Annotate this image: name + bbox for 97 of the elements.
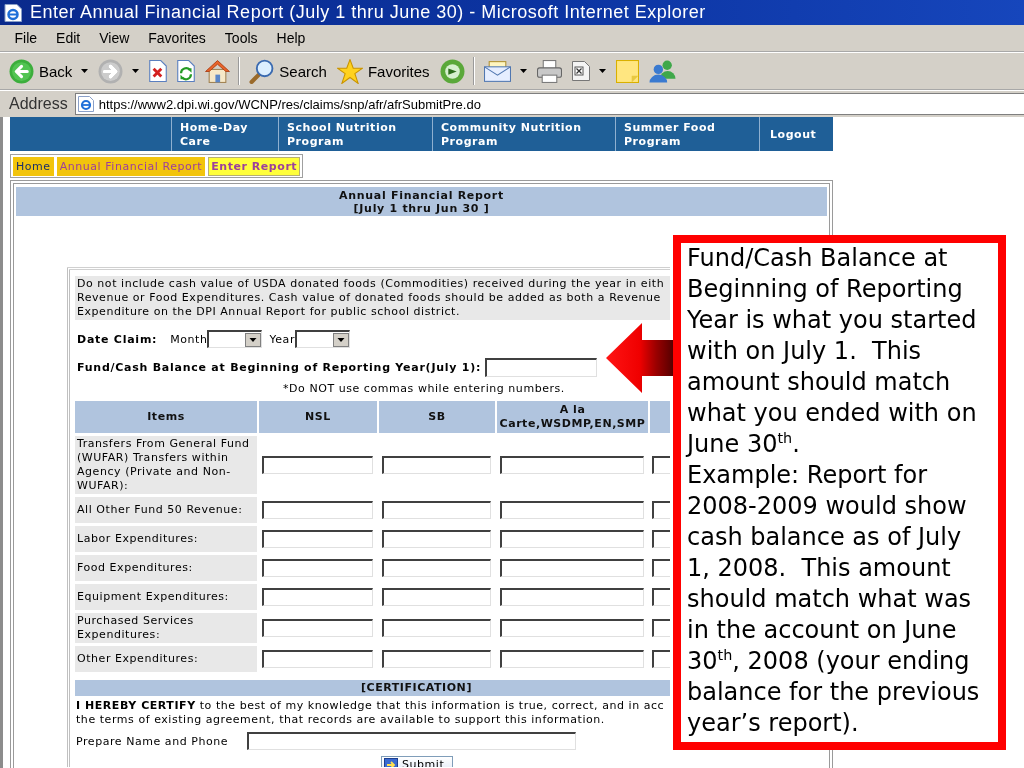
caret-icon [81,69,89,73]
note-text: Do not include cash value of USDA donated foods (Commodities) received during the year in eith Revenue or Food Expenditures. Cash value of donated foods should be added as both a Revenue Expenditure on the DPI Annual Report for public school district. [75,276,670,320]
amount-input[interactable] [652,530,670,548]
column-header: SB [379,401,495,433]
amount-input[interactable] [652,501,670,519]
breadcrumb-link[interactable]: Annual Financial Report [56,156,206,176]
amount-input[interactable] [262,501,373,519]
amount-input[interactable] [500,619,644,637]
search-icon [249,58,275,84]
callout-paragraph: Fund/Cash Balance at Beginning of Reporting Year is what you started with on July 1. This amount should match what you ended with on June 30$^{th}$. [687,243,977,460]
breadcrumb-link[interactable]: Home [13,156,54,176]
nav-link[interactable]: School Nutrition Program [278,117,432,151]
amount-input[interactable] [262,650,373,668]
row-label: Food Expenditures: [75,555,257,581]
nav-link[interactable]: Summer Food Program [615,117,759,151]
menu-item[interactable]: View [89,30,139,46]
report-period: [July 1 thru Jun 30 ] [353,201,490,215]
row-label: All Other Fund 50 Revenue: [75,497,257,523]
row-label: Purchased Services Expenditures: [75,613,257,643]
row-label: Equipment Expenditures: [75,584,257,610]
year-select[interactable] [295,330,350,348]
amount-input[interactable] [262,619,373,637]
favorites-button[interactable]: Favorites [332,55,434,87]
amount-input[interactable] [382,501,491,519]
certification-header: [CERTIFICATION] [75,680,670,696]
page-cross-icon [149,60,168,82]
amount-input[interactable] [382,650,491,668]
search-button[interactable]: Search [245,55,331,87]
envelope-icon [483,60,511,82]
balance-input[interactable] [485,357,598,377]
column-header: A la Carte,WSDMP,EN,SMP [497,401,648,433]
caret-icon [598,69,606,73]
amount-input[interactable] [262,588,373,606]
note-icon [615,59,639,83]
menu-item[interactable]: File [5,30,47,46]
star-icon [336,58,363,84]
amount-input[interactable] [652,456,670,474]
amount-input[interactable] [652,650,670,668]
amount-input[interactable] [382,619,491,637]
back-button[interactable]: Back [5,55,93,87]
balance-label: Fund/Cash Balance at Beginning of Reporting Year(July 1): [77,360,482,374]
amount-input[interactable] [652,588,670,606]
nav-link[interactable]: Home-Day Care [171,117,278,151]
address-label: Address [9,95,68,113]
amount-input[interactable] [382,456,491,474]
menu-item[interactable]: Favorites [138,30,216,46]
caret-icon [132,69,140,73]
amount-input[interactable] [500,501,644,519]
amount-input[interactable] [382,588,491,606]
month-select[interactable] [207,330,263,348]
disc-icon [439,58,465,84]
callout-paragraph: Example: Report for 2008-2009 would show cash balance as of July 1, 2008. This amount should match what was in the account on June 30$^{th}$, 2008 (your ending balance for the previous year’s report). [687,460,980,739]
column-header: Items [75,401,257,433]
column-header [650,401,670,433]
date-claim-label: Date Claim: [77,332,158,346]
amount-input[interactable] [262,559,373,577]
row-label: Other Expenditures: [75,646,257,672]
amount-input[interactable] [652,619,670,637]
nav-link[interactable]: Logout [759,117,833,151]
row-label: Labor Expenditures: [75,526,257,552]
printer-icon [536,59,562,83]
amount-input[interactable] [262,530,373,548]
certification-text: I HEREBY CERTIFY to the best of my knowledge that this information is true, correct, and in acc the terms of existing agreement, that records are available to support this information. [75,699,665,727]
address-field[interactable]: https://www2.dpi.wi.gov/WCNP/res/claims/snp/afr/afrSubmitPre.do [74,93,1024,115]
right-arrow-circle-icon [98,58,124,84]
hint-text: *Do NOT use commas while entering numbers. [283,382,565,395]
month-label: Month [170,332,208,346]
nav-link[interactable]: Community Nutrition Program [432,117,615,151]
amount-input[interactable] [652,559,670,577]
column-header: NSL [259,401,377,433]
house-icon [205,59,231,83]
breadcrumb-link[interactable]: Enter Report [208,156,301,176]
menu-item[interactable]: Tools [215,30,268,46]
year-label: Year [269,332,295,346]
menu-item[interactable]: Help [267,30,315,46]
left-arrow-circle-icon [9,58,34,84]
amount-input[interactable] [500,456,644,474]
name-phone-label: Prepare Name and Phone [76,734,229,748]
page-arrows-icon [177,60,196,82]
caret-icon [519,69,527,73]
amount-input[interactable] [500,559,644,577]
name-phone-input[interactable] [247,732,577,750]
menu-item[interactable]: Edit [46,30,90,46]
amount-input[interactable] [500,650,644,668]
page-icon [571,61,590,81]
amount-input[interactable] [500,588,644,606]
amount-input[interactable] [382,559,491,577]
browser-page-icon [77,96,94,112]
left-arrow [606,323,673,393]
browser-icon [4,3,22,22]
report-title: Annual Financial Report [339,188,504,202]
window-title: Enter Annual Financial Report (July 1 thru June 30) - Microsoft Internet Explorer [30,2,706,23]
amount-input[interactable] [382,530,491,548]
amount-input[interactable] [262,456,373,474]
row-label: Transfers From General Fund (WUFAR) Transfers within Agency (Private and Non-WUFAR): [75,436,257,494]
people-icon [648,59,676,83]
amount-input[interactable] [500,530,644,548]
